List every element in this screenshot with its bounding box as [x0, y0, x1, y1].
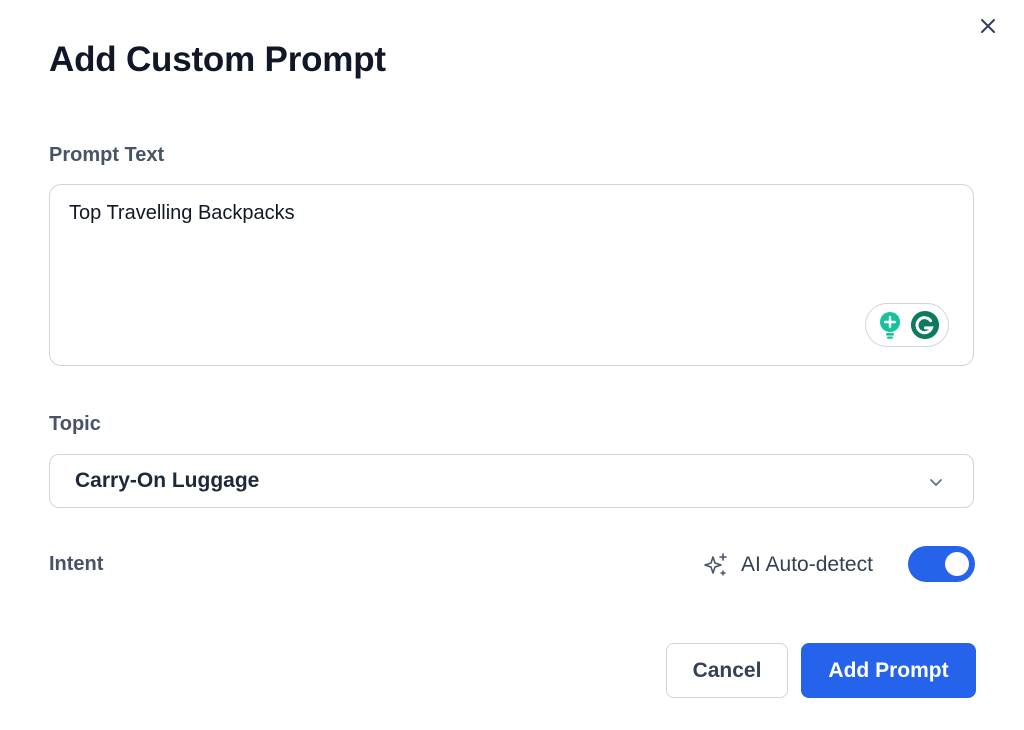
- prompt-text-field: Top Travelling Backpacks: [49, 184, 974, 366]
- grammarly-icon[interactable]: [910, 310, 940, 340]
- intent-label: Intent: [49, 553, 104, 575]
- lightbulb-icon[interactable]: [875, 310, 905, 340]
- topic-label: Topic: [49, 413, 101, 435]
- toggle-knob: [945, 552, 969, 576]
- sparkle-icon: [704, 553, 727, 576]
- grammarly-widget[interactable]: [865, 303, 949, 347]
- topic-select[interactable]: Carry-On Luggage: [49, 454, 974, 508]
- close-button[interactable]: [974, 12, 1002, 40]
- ai-auto-detect: AI Auto-detect: [703, 549, 873, 581]
- prompt-text-input[interactable]: Top Travelling Backpacks: [50, 185, 973, 365]
- close-icon: [981, 19, 995, 33]
- add-custom-prompt-dialog: Add Custom Prompt Prompt Text Top Travel…: [0, 0, 1024, 730]
- chevron-down-icon: [930, 479, 942, 486]
- ai-auto-detect-label: AI Auto-detect: [741, 553, 873, 576]
- add-prompt-button[interactable]: Add Prompt: [801, 643, 976, 698]
- ai-auto-detect-toggle[interactable]: [908, 546, 975, 582]
- prompt-text-label: Prompt Text: [49, 144, 165, 166]
- topic-selected-value: Carry-On Luggage: [75, 469, 260, 492]
- dialog-title: Add Custom Prompt: [49, 40, 386, 79]
- cancel-button[interactable]: Cancel: [666, 643, 788, 698]
